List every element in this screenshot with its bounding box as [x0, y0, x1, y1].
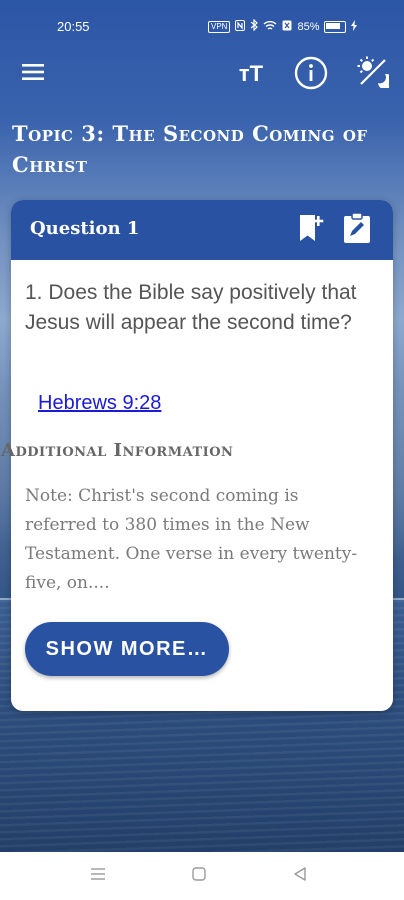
home-button[interactable] — [187, 864, 211, 888]
bluetooth-icon — [250, 18, 259, 34]
status-bar: 20:55 VPN 85% — [0, 0, 404, 52]
status-time: 20:55 — [57, 19, 90, 34]
menu-button[interactable] — [18, 60, 48, 88]
nfc-icon — [235, 19, 246, 34]
topic-title: Topic 3: The Second Coming of Christ — [12, 121, 368, 177]
bookmark-add-icon — [298, 213, 324, 248]
theme-button[interactable] — [356, 56, 394, 93]
system-nav-bar — [0, 852, 404, 900]
text-size-button[interactable]: тT — [234, 58, 268, 90]
home-icon — [191, 866, 207, 887]
card-header: Question 1 — [11, 200, 393, 260]
wifi-icon — [263, 20, 277, 34]
scripture-reference-link[interactable]: Hebrews 9:28 — [38, 392, 161, 415]
note-text: Note: Christ's second coming is referred… — [25, 486, 358, 593]
battery-percent: 85% — [297, 20, 320, 33]
recent-apps-icon — [90, 867, 106, 886]
card-title: Question 1 — [30, 218, 140, 239]
charging-icon — [351, 19, 358, 34]
battery-icon — [324, 20, 347, 33]
status-icons: VPN 85% — [208, 18, 358, 34]
additional-information-heading: Additional Information — [1, 440, 234, 461]
edit-note-button[interactable] — [341, 211, 373, 249]
theme-icon — [357, 56, 394, 93]
app-bar: тT — [0, 52, 404, 96]
edit-note-icon — [342, 211, 372, 249]
question-text: 1. Does the Bible say positively that Je… — [25, 281, 357, 334]
sim-icon — [282, 20, 292, 34]
info-icon — [294, 56, 328, 95]
text-size-icon: тT — [238, 61, 264, 86]
menu-icon — [21, 63, 45, 86]
bookmark-button[interactable] — [296, 214, 326, 246]
info-button[interactable] — [294, 56, 328, 95]
back-button[interactable] — [288, 864, 312, 888]
back-icon — [292, 866, 308, 887]
show-more-button[interactable]: SHOW MORE… — [25, 622, 229, 676]
vpn-icon: VPN — [208, 20, 231, 33]
recent-apps-button[interactable] — [86, 864, 110, 888]
